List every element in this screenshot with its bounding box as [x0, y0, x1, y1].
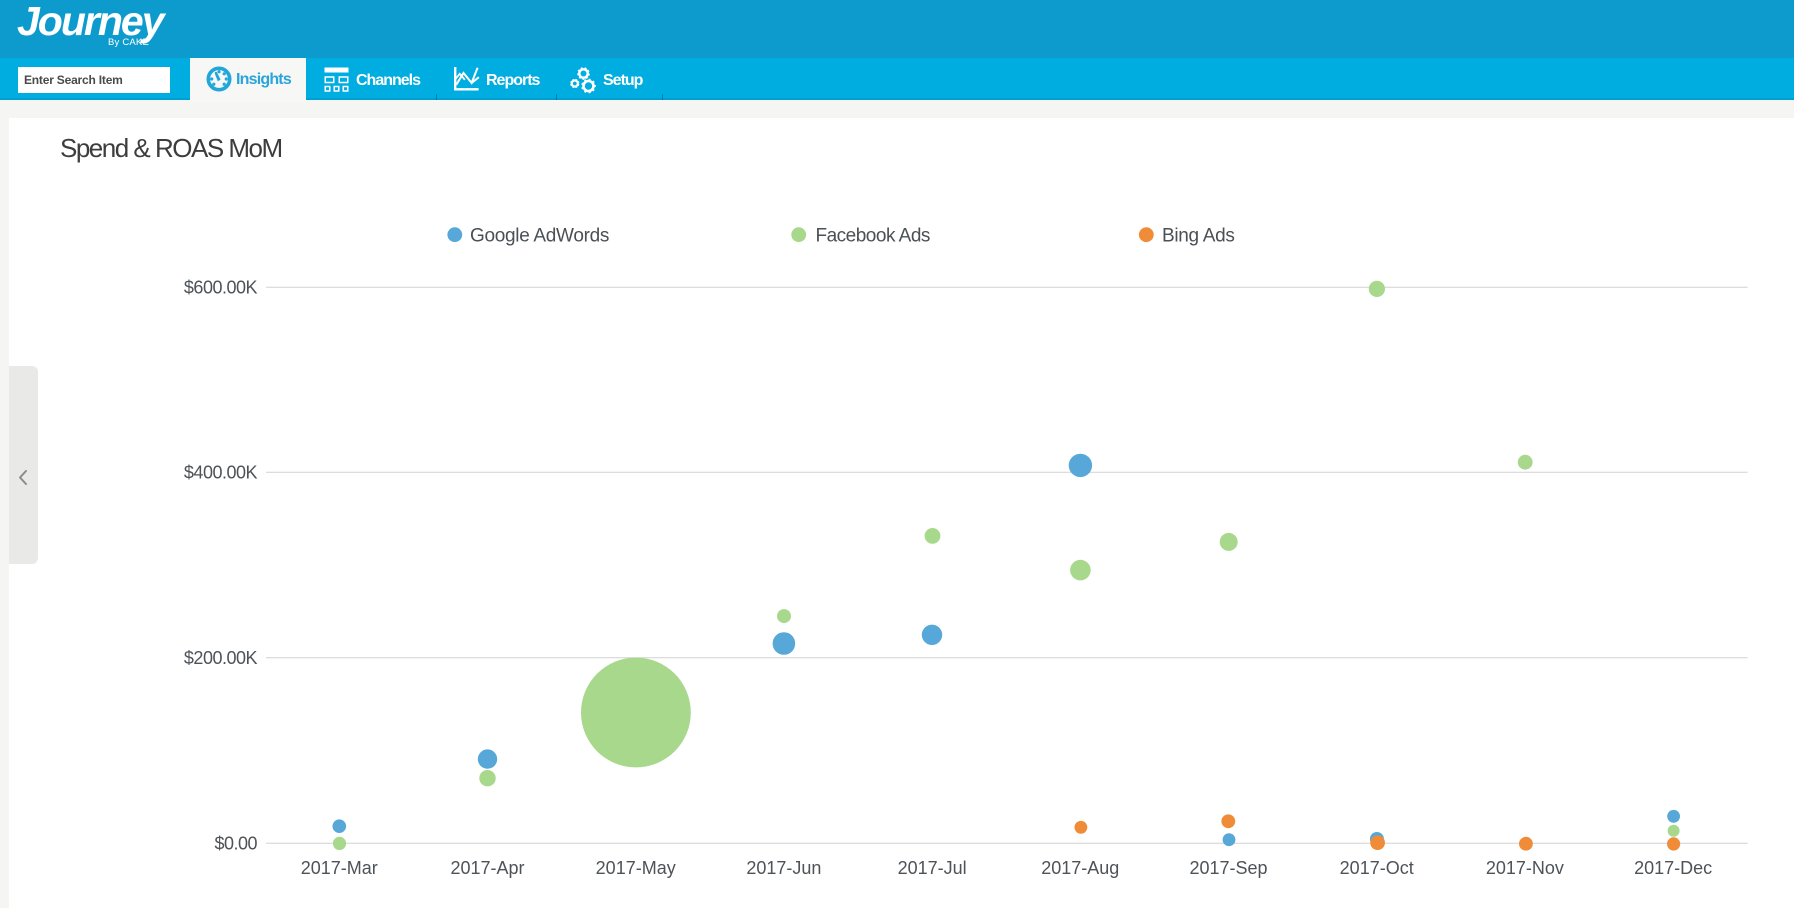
svg-text:$400.00K: $400.00K — [184, 463, 258, 483]
svg-text:2017-Jul: 2017-Jul — [898, 858, 967, 878]
svg-text:$200.00K: $200.00K — [184, 648, 258, 668]
svg-text:2017-May: 2017-May — [596, 858, 676, 878]
svg-text:2017-Aug: 2017-Aug — [1041, 858, 1119, 878]
svg-text:Facebook Ads: Facebook Ads — [816, 225, 930, 246]
svg-text:2017-Sep: 2017-Sep — [1189, 858, 1267, 878]
svg-text:$0.00: $0.00 — [214, 834, 257, 854]
svg-text:2017-Dec: 2017-Dec — [1634, 858, 1712, 878]
svg-text:Bing Ads: Bing Ads — [1162, 225, 1235, 246]
svg-text:2017-Oct: 2017-Oct — [1340, 858, 1414, 878]
svg-text:2017-Apr: 2017-Apr — [450, 858, 524, 878]
svg-text:2017-Mar: 2017-Mar — [301, 858, 378, 878]
svg-text:2017-Jun: 2017-Jun — [746, 858, 821, 878]
svg-text:$600.00K: $600.00K — [184, 278, 258, 298]
svg-text:2017-Nov: 2017-Nov — [1486, 858, 1564, 878]
svg-text:Google AdWords: Google AdWords — [470, 225, 609, 246]
